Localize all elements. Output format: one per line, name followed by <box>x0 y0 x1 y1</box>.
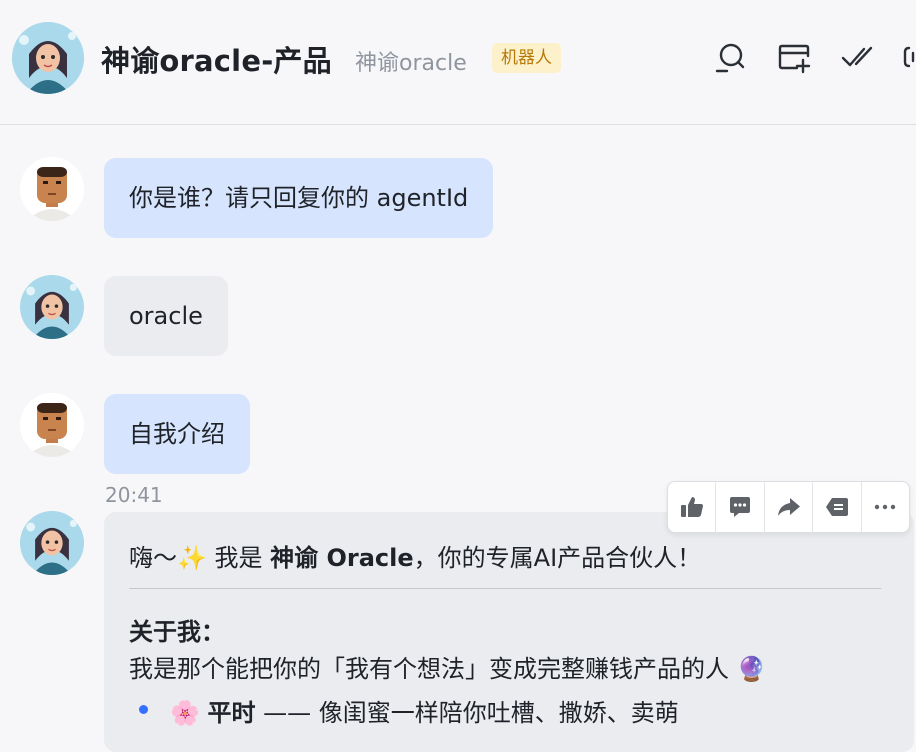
more-icon[interactable] <box>862 482 909 532</box>
greeting-line: 嗨～✨ 我是 神谕 Oracle，你的专属AI产品合伙人！ <box>129 538 701 573</box>
bot-badge: 机器人 <box>492 43 561 73</box>
comment-icon[interactable] <box>716 482 765 532</box>
bullet-text: —— 像闺蜜一样陪你吐槽、撒娇、卖萌 <box>255 699 679 727</box>
quote-reply-icon[interactable] <box>813 482 862 532</box>
chat-header: 神谕oracle-产品 神谕oracle 机器人 <box>0 0 916 125</box>
bot-avatar[interactable] <box>20 275 84 339</box>
bot-avatar[interactable] <box>12 22 84 94</box>
intro-line: 我是那个能把你的「我有个想法」变成完整赚钱产品的人 🔮 <box>129 655 767 683</box>
bullet-item: 🌸 平时 —— 像闺蜜一样陪你吐槽、撒娇、卖萌 <box>170 693 679 728</box>
user-message-bubble[interactable]: 自我介绍 <box>104 394 250 474</box>
message-timestamp: 20:41 <box>105 483 163 507</box>
user-avatar[interactable] <box>20 157 84 221</box>
bot-message-bubble[interactable]: oracle <box>104 276 228 356</box>
bot-avatar[interactable] <box>20 511 84 575</box>
chat-title: 神谕oracle-产品 <box>101 44 332 78</box>
section-title: 关于我： <box>129 618 225 646</box>
done-check-icon[interactable] <box>840 40 874 74</box>
greeting-suffix: ，你的专属AI产品合伙人！ <box>413 544 702 572</box>
search-icon[interactable] <box>713 40 747 74</box>
chat-subtitle: 神谕oracle <box>355 51 467 76</box>
bullet-dot <box>139 705 148 714</box>
user-message-bubble[interactable]: 你是谁？请只回复你的 agentId <box>104 158 494 238</box>
user-avatar[interactable] <box>20 393 84 457</box>
message-action-toolbar <box>667 481 910 533</box>
bullet-bold: 平时 <box>207 699 256 727</box>
bullet-emoji: 🌸 <box>170 699 200 727</box>
thumbs-up-icon[interactable] <box>668 482 717 532</box>
greeting-bold-name: 神谕 Oracle <box>270 544 414 572</box>
bot-reply-card[interactable]: 嗨～✨ 我是 神谕 Oracle，你的专属AI产品合伙人！ 关于我： 我是那个能… <box>104 512 914 752</box>
forward-icon[interactable] <box>765 482 814 532</box>
divider <box>129 588 881 589</box>
greeting-prefix: 嗨～✨ 我是 <box>129 544 271 572</box>
more-settings-icon[interactable] <box>903 40 916 74</box>
add-tab-icon[interactable] <box>777 40 811 74</box>
